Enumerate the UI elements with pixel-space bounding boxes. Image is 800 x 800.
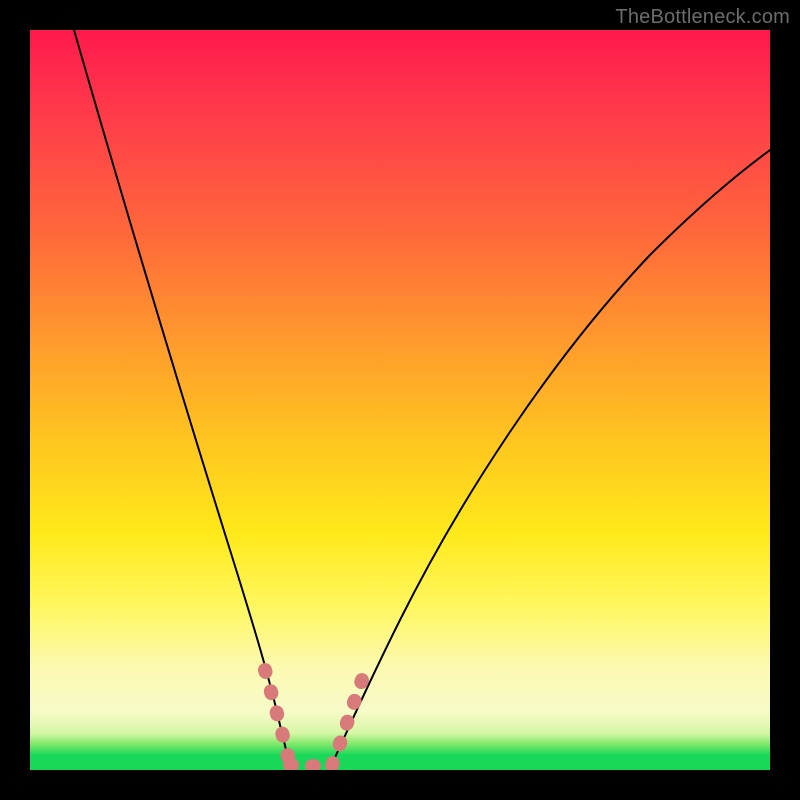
watermark-text: TheBottleneck.com [615, 6, 790, 29]
bottleneck-curve [30, 30, 770, 770]
curve-left-branch [74, 30, 290, 768]
chart-frame: TheBottleneck.com [0, 0, 800, 800]
curve-right-branch [330, 150, 770, 768]
plot-area [30, 30, 770, 770]
minimum-highlight-left [265, 670, 290, 765]
